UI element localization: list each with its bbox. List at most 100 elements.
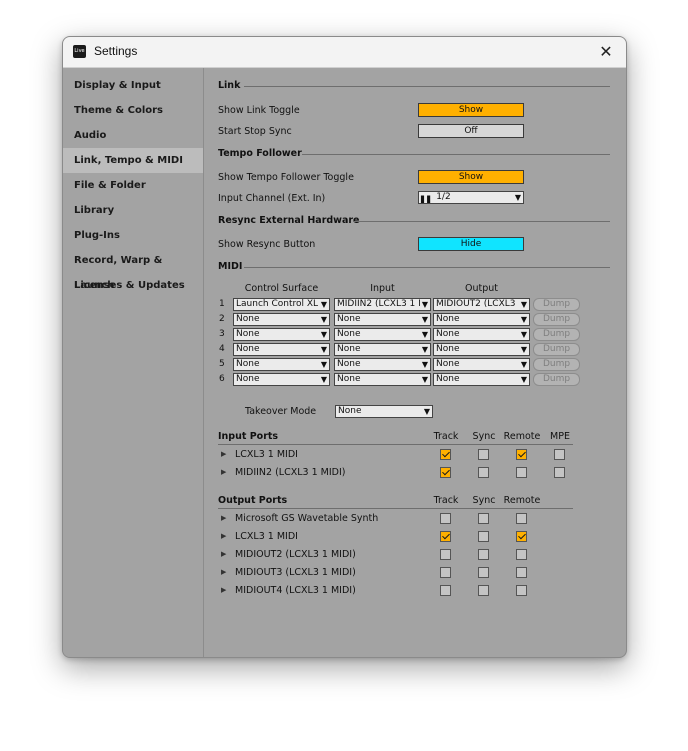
mpe-checkbox[interactable] [554,449,565,460]
remote-checkbox[interactable] [516,567,527,578]
show-tempo-follower-button[interactable]: Show [418,170,524,184]
chevron-down-icon: ▼ [320,330,327,339]
expand-triangle-icon[interactable]: ▶ [221,450,226,458]
midi-input-dropdown[interactable]: None ▼ [334,328,431,341]
show-resync-label: Show Resync Button [218,239,316,250]
dump-button[interactable]: Dump [533,313,580,326]
output-remote-header: Remote [503,495,541,506]
dropdown-value: None [236,329,260,339]
chevron-down-icon: ▼ [320,300,327,309]
sync-checkbox[interactable] [478,467,489,478]
output-track-header: Track [433,495,459,506]
remote-checkbox[interactable] [516,549,527,560]
sidebar-item-plug-ins[interactable]: Plug-Ins [63,223,203,248]
dump-button[interactable]: Dump [533,298,580,311]
sync-checkbox[interactable] [478,549,489,560]
control-surface-dropdown[interactable]: None ▼ [233,328,330,341]
midi-row-number: 2 [219,314,225,324]
sidebar-item-licenses-updates[interactable]: Licenses & Updates [63,273,203,298]
mpe-checkbox[interactable] [554,467,565,478]
track-checkbox[interactable] [440,585,451,596]
track-checkbox[interactable] [440,513,451,524]
expand-triangle-icon[interactable]: ▶ [221,550,226,558]
midi-input-dropdown[interactable]: None ▼ [334,373,431,386]
track-checkbox[interactable] [440,567,451,578]
remote-checkbox[interactable] [516,585,527,596]
sidebar-item-display-input[interactable]: Display & Input [63,73,203,98]
remote-checkbox[interactable] [516,513,527,524]
control-surface-dropdown[interactable]: None ▼ [233,358,330,371]
chevron-down-icon: ▼ [320,315,327,324]
start-stop-sync-button[interactable]: Off [418,124,524,138]
control-surface-dropdown[interactable]: None ▼ [233,343,330,356]
dropdown-value: None [436,329,460,339]
dropdown-value: None [337,359,361,369]
input-mpe-header: MPE [550,431,570,442]
takeover-mode-dropdown[interactable]: None ▼ [335,405,433,418]
expand-triangle-icon[interactable]: ▶ [221,468,226,476]
expand-triangle-icon[interactable]: ▶ [221,568,226,576]
track-checkbox[interactable] [440,531,451,542]
control-surface-dropdown[interactable]: None ▼ [233,373,330,386]
track-checkbox[interactable] [440,467,451,478]
sync-checkbox[interactable] [478,531,489,542]
sync-checkbox[interactable] [478,567,489,578]
input-header: Input [370,283,395,294]
input-channel-dropdown[interactable]: ▌▌ 1/2 ▼ [418,191,524,204]
sidebar-item-audio[interactable]: Audio [63,123,203,148]
chevron-down-icon: ▼ [421,300,428,309]
midi-output-dropdown[interactable]: MIDIOUT2 (LCXL3 1 MIDI)▼ [433,298,530,311]
midi-input-dropdown[interactable]: MIDIIN2 (LCXL3 1 MIDI)▼ [334,298,431,311]
expand-triangle-icon[interactable]: ▶ [221,532,226,540]
sidebar-item-link-tempo-midi[interactable]: Link, Tempo & MIDI [63,148,203,173]
dump-button[interactable]: Dump [533,343,580,356]
remote-checkbox[interactable] [516,449,527,460]
show-link-toggle-button[interactable]: Show [418,103,524,117]
dump-button[interactable]: Dump [533,328,580,341]
chevron-down-icon: ▼ [514,193,521,202]
midi-row-number: 6 [219,374,225,384]
dropdown-value: None [337,374,361,384]
midi-input-dropdown[interactable]: None ▼ [334,343,431,356]
sidebar-item-theme-colors[interactable]: Theme & Colors [63,98,203,123]
dropdown-value: None [337,329,361,339]
port-name: LCXL3 1 MIDI [235,531,298,542]
midi-output-dropdown[interactable]: None ▼ [433,313,530,326]
dropdown-value: None [436,314,460,324]
close-button[interactable]: ✕ [595,41,617,63]
sync-checkbox[interactable] [478,585,489,596]
track-checkbox[interactable] [440,549,451,560]
sidebar-item-file-folder[interactable]: File & Folder [63,173,203,198]
expand-triangle-icon[interactable]: ▶ [221,514,226,522]
midi-output-dropdown[interactable]: None ▼ [433,343,530,356]
dump-button[interactable]: Dump [533,358,580,371]
midi-output-dropdown[interactable]: None ▼ [433,328,530,341]
resync-divider [353,221,610,222]
port-name: MIDIIN2 (LCXL3 1 MIDI) [235,467,346,478]
sync-checkbox[interactable] [478,449,489,460]
input-ports-title: Input Ports [218,431,279,442]
input-track-header: Track [433,431,459,442]
midi-row-number: 1 [219,299,225,309]
remote-checkbox[interactable] [516,531,527,542]
remote-checkbox[interactable] [516,467,527,478]
dump-button[interactable]: Dump [533,373,580,386]
input-ports-divider [218,444,573,445]
midi-output-dropdown[interactable]: None ▼ [433,358,530,371]
sidebar-item-record-warp-launch[interactable]: Record, Warp & Launch [63,248,203,291]
input-sync-header: Sync [472,431,496,442]
expand-triangle-icon[interactable]: ▶ [221,586,226,594]
midi-row-number: 5 [219,359,225,369]
show-resync-button[interactable]: Hide [418,237,524,251]
sync-checkbox[interactable] [478,513,489,524]
midi-input-dropdown[interactable]: None ▼ [334,358,431,371]
control-surface-dropdown[interactable]: Launch Control XL 3 ▼ [233,298,330,311]
midi-output-dropdown[interactable]: None ▼ [433,373,530,386]
chevron-down-icon: ▼ [320,360,327,369]
chevron-down-icon: ▼ [421,375,428,384]
midi-input-dropdown[interactable]: None ▼ [334,313,431,326]
sidebar-item-library[interactable]: Library [63,198,203,223]
port-name: MIDIOUT2 (LCXL3 1 MIDI) [235,549,356,560]
track-checkbox[interactable] [440,449,451,460]
control-surface-dropdown[interactable]: None ▼ [233,313,330,326]
